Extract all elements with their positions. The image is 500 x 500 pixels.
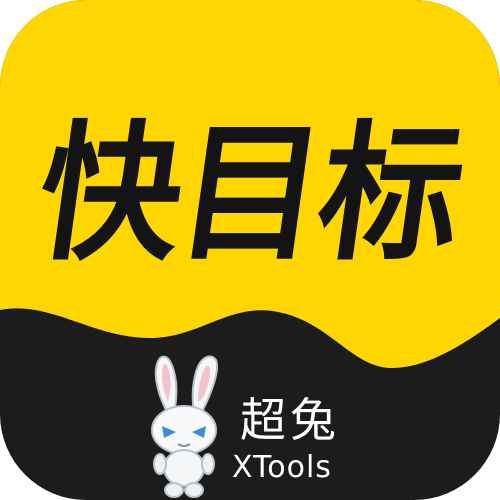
- rabbit-icon: [151, 355, 218, 498]
- app-icon: 快目标 超兔 XTools: [0, 0, 500, 500]
- brand-name-cn: 超兔: [240, 393, 340, 447]
- brand-name-en: XTools: [232, 450, 332, 485]
- app-title: 快目标: [27, 107, 473, 282]
